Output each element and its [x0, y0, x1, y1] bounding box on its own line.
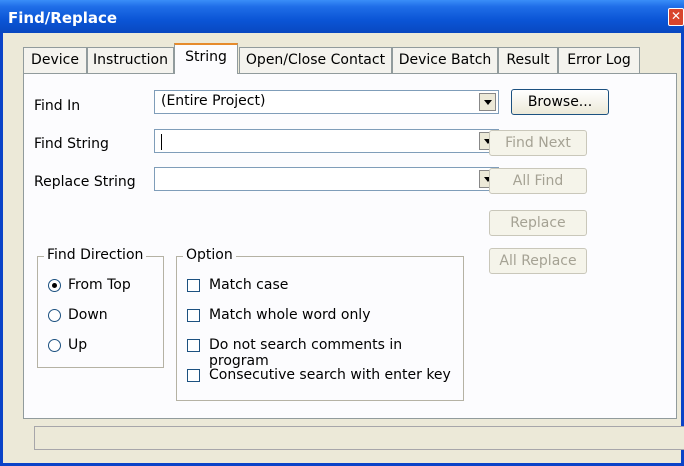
checkbox-match-whole-word[interactable]	[187, 309, 200, 322]
radio-down[interactable]	[48, 309, 61, 322]
tab-device-batch[interactable]: Device Batch	[392, 47, 498, 73]
find-replace-dialog: Find/Replace ✕ Device Instruction String…	[0, 0, 684, 466]
chevron-down-icon[interactable]	[479, 93, 496, 111]
close-icon[interactable]: ✕	[668, 8, 684, 26]
tab-device[interactable]: Device	[23, 47, 87, 73]
radio-from-top-label[interactable]: From Top	[68, 277, 131, 293]
radio-down-label[interactable]: Down	[68, 307, 108, 323]
window-title: Find/Replace	[8, 9, 118, 27]
all-find-button[interactable]: All Find	[489, 168, 587, 194]
radio-up-label[interactable]: Up	[68, 337, 87, 353]
find-string-label: Find String	[34, 136, 109, 152]
consecutive-search-label[interactable]: Consecutive search with enter key	[209, 367, 451, 383]
option-title: Option	[183, 247, 236, 263]
checkbox-consecutive-search[interactable]	[187, 369, 200, 382]
find-string-combo[interactable]	[154, 129, 499, 153]
replace-string-combo[interactable]	[154, 167, 499, 191]
checkbox-match-case[interactable]	[187, 279, 200, 292]
tab-instruction[interactable]: Instruction	[87, 47, 174, 73]
replace-string-label: Replace String	[34, 174, 136, 190]
all-replace-button[interactable]: All Replace	[489, 248, 587, 274]
title-bar[interactable]: Find/Replace ✕	[0, 0, 684, 33]
tab-open-close-contact[interactable]: Open/Close Contact	[239, 47, 392, 73]
option-group: Option Match case Match whole word only …	[176, 247, 464, 401]
find-in-value: (Entire Project)	[161, 93, 266, 109]
tab-string[interactable]: String	[174, 43, 238, 74]
text-cursor	[161, 134, 162, 150]
find-next-button[interactable]: Find Next	[489, 130, 587, 156]
checkbox-no-search-comments[interactable]	[187, 339, 200, 352]
find-in-label: Find In	[34, 98, 81, 114]
find-direction-title: Find Direction	[44, 247, 147, 263]
tab-result[interactable]: Result	[498, 47, 558, 73]
radio-up[interactable]	[48, 339, 61, 352]
tab-error-log[interactable]: Error Log	[558, 47, 640, 73]
match-case-label[interactable]: Match case	[209, 277, 288, 293]
string-tab-panel: Find In (Entire Project) Browse... Find …	[23, 73, 684, 450]
replace-button[interactable]: Replace	[489, 210, 587, 236]
match-whole-word-label[interactable]: Match whole word only	[209, 307, 371, 323]
browse-button[interactable]: Browse...	[511, 89, 609, 115]
no-search-comments-label[interactable]: Do not search comments in program	[209, 337, 463, 369]
radio-from-top[interactable]	[48, 279, 61, 292]
find-direction-group: Find Direction From Top Down Up	[37, 247, 164, 368]
status-bar	[34, 426, 684, 450]
find-in-combo[interactable]: (Entire Project)	[154, 90, 499, 114]
